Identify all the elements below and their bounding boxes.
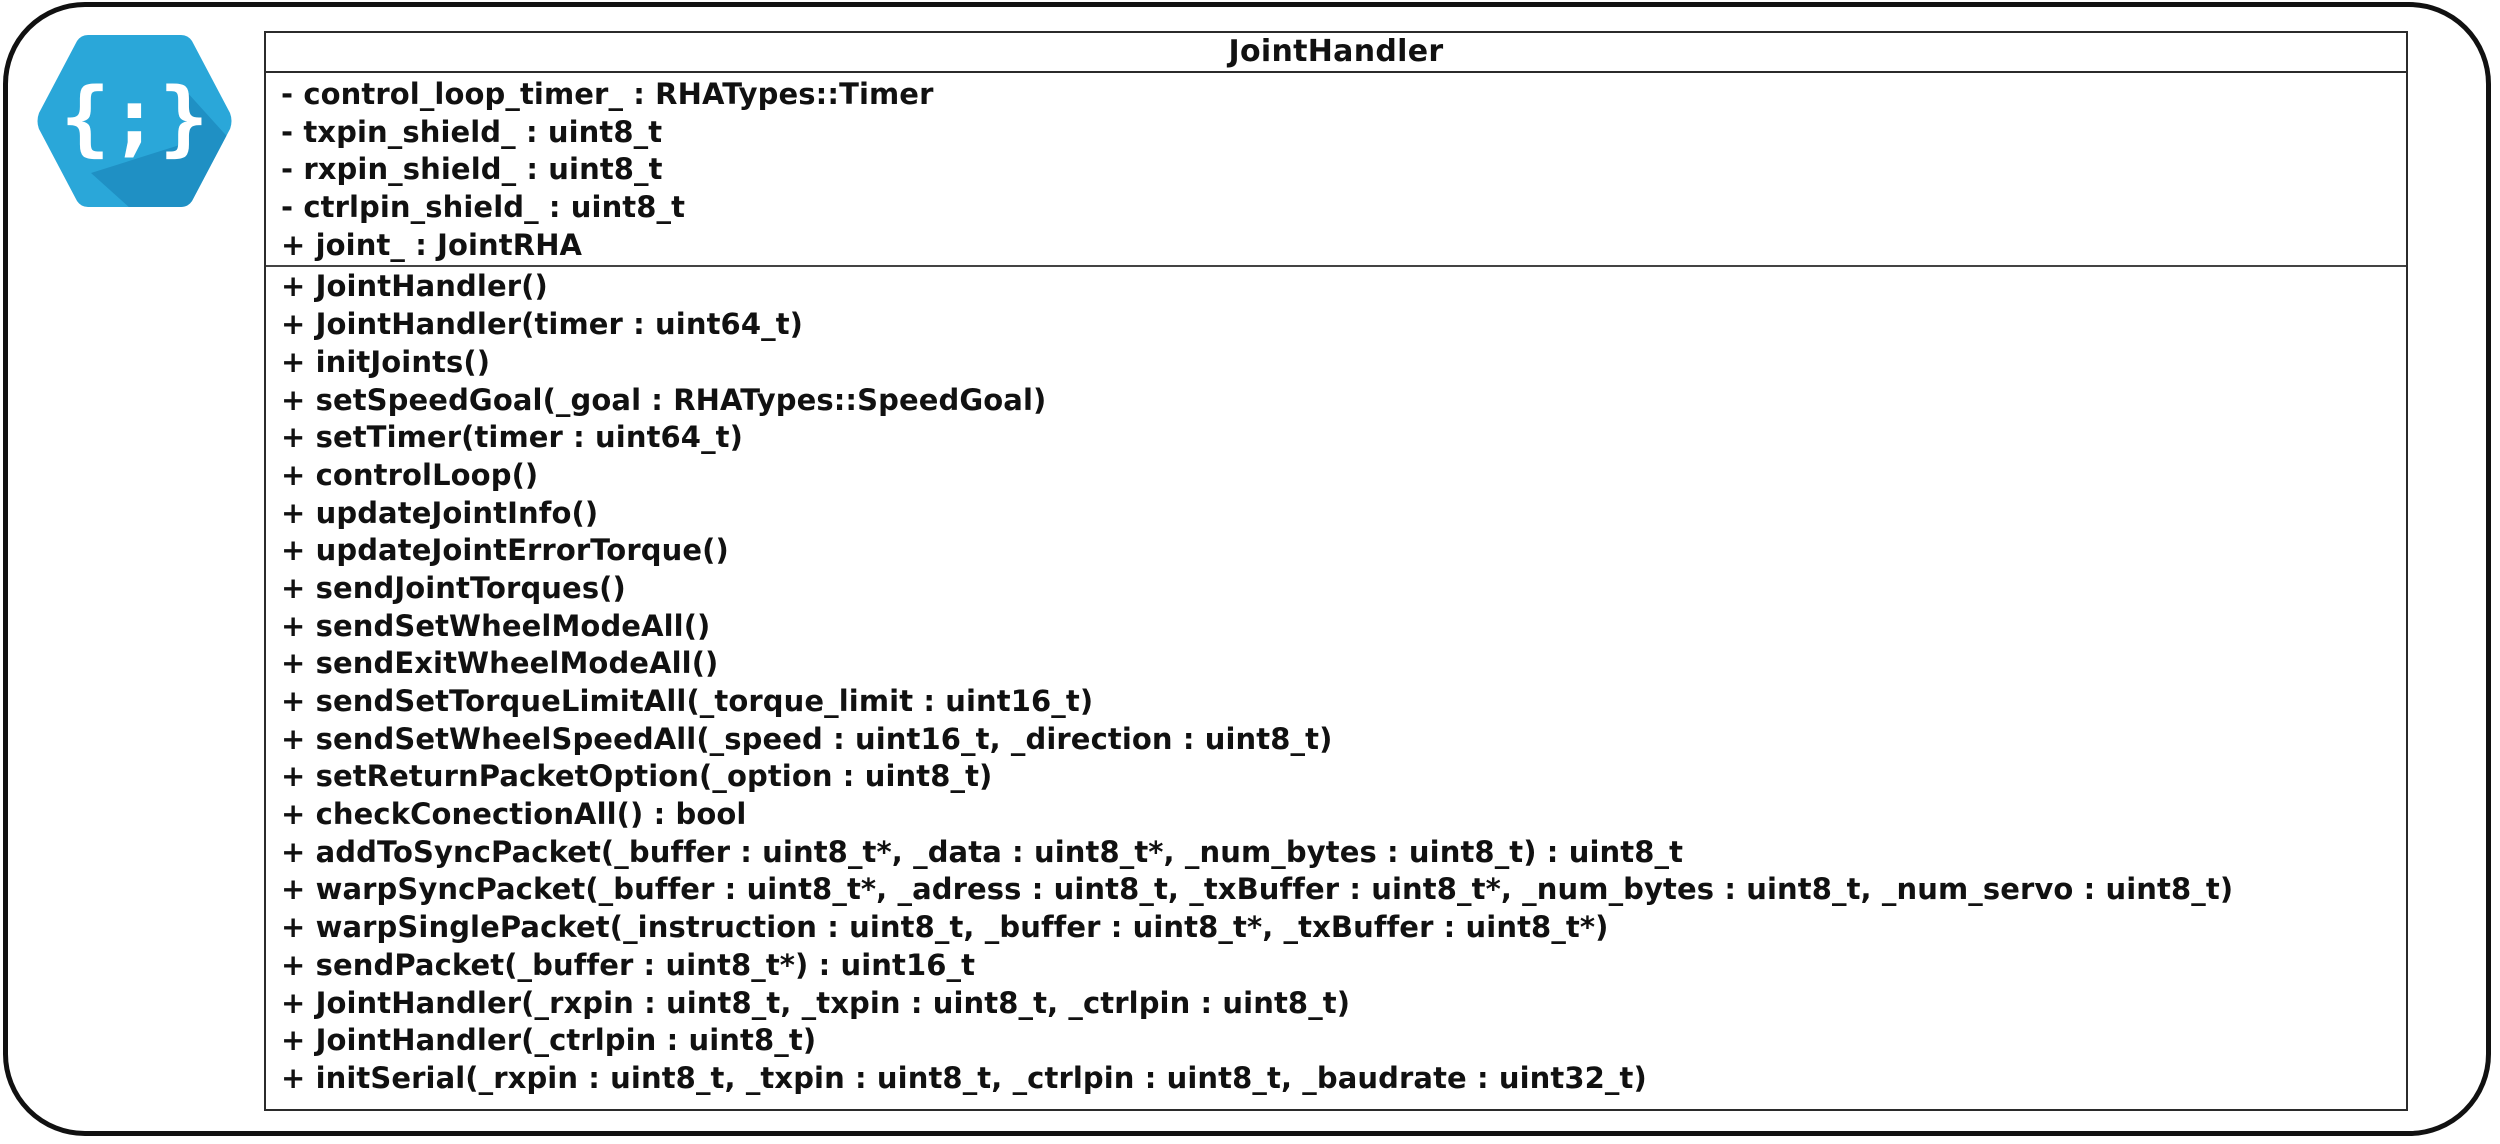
method-row: + JointHandler(_rxpin : uint8_t, _txpin …: [281, 985, 1351, 1020]
attribute-row: - rxpin_shield_ : uint8_t: [281, 152, 663, 187]
methods-compartment: + JointHandler() + JointHandler(timer : u…: [266, 267, 2406, 1097]
method-row: + JointHandler(_ctrlpin : uint8_t): [281, 1023, 817, 1058]
class-name: JointHandler: [266, 33, 2406, 73]
attribute-row: - txpin_shield_ : uint8_t: [281, 114, 663, 149]
method-row: + JointHandler(): [281, 269, 548, 304]
attribute-row: - ctrlpin_shield_ : uint8_t: [281, 190, 686, 225]
method-row: + sendSetTorqueLimitAll(_torque_limit : …: [281, 684, 1094, 718]
method-row: + controlLoop(): [281, 457, 539, 492]
method-row: + setSpeedGoal(_goal : RHATypes::SpeedGo…: [281, 382, 1047, 417]
method-row: + updateJointInfo(): [281, 495, 599, 530]
method-row: + sendExitWheelModeAll(): [281, 646, 719, 681]
uml-class-box: JointHandler - control_loop_timer_ : RHA…: [264, 31, 2408, 1111]
method-row: + warpSinglePacket(_instruction : uint8_…: [281, 910, 1609, 945]
method-row: + setTimer(timer : uint64_t): [281, 420, 743, 455]
method-row: + sendJointTorques(): [281, 570, 626, 605]
logo-glyph: {;}: [60, 71, 208, 166]
method-row: + sendSetWheelModeAll(): [281, 608, 711, 643]
attributes-compartment: - control_loop_timer_ : RHATypes::Timer -…: [266, 73, 2406, 268]
method-row: + checkConectionAll() : bool: [281, 797, 747, 832]
method-row: + updateJointErrorTorque(): [281, 533, 729, 568]
method-row: + addToSyncPacket(_buffer : uint8_t*, _d…: [281, 834, 1684, 869]
method-row: + warpSyncPacket(_buffer : uint8_t*, _ad…: [281, 872, 2234, 907]
method-row: + sendSetWheelSpeedAll(_speed : uint16_t…: [281, 721, 1333, 756]
method-row: + initJoints(): [281, 344, 491, 379]
curly-braces-semicolon-icon: {;}: [36, 33, 233, 209]
method-row: + JointHandler(timer : uint64_t): [281, 307, 804, 342]
method-row: + sendPacket(_buffer : uint8_t*) : uint1…: [281, 947, 976, 982]
attribute-row: + joint_ : JointRHA: [281, 227, 583, 262]
attribute-row: - control_loop_timer_ : RHATypes::Timer: [281, 77, 934, 111]
logo-hexagon: {;}: [37, 35, 232, 207]
method-row: + setReturnPacketOption(_option : uint8_…: [281, 759, 993, 794]
method-row: + initSerial(_rxpin : uint8_t, _txpin : …: [281, 1060, 1647, 1095]
svg-text:{;}: {;}: [60, 71, 208, 166]
